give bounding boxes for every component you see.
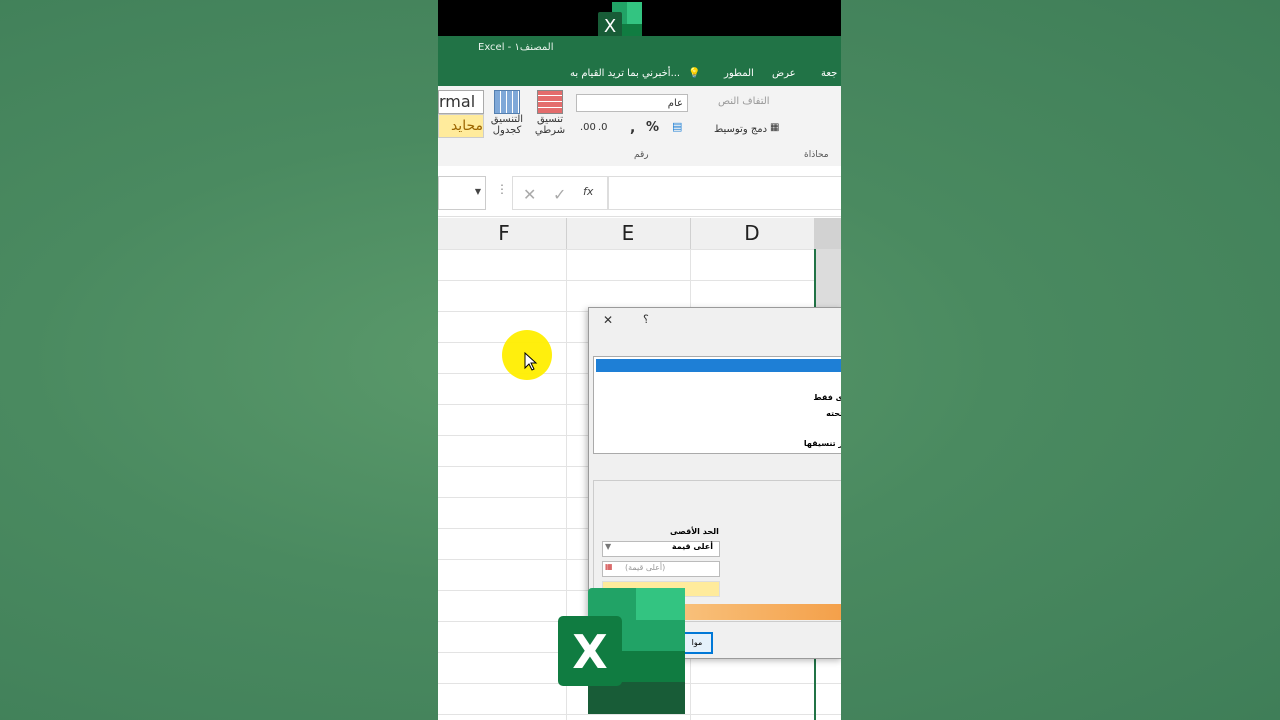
alignment-group-label: محاذاة	[804, 150, 829, 160]
chevron-down-icon: ▼	[474, 187, 481, 196]
top-black-bar: X	[438, 0, 841, 46]
mouse-pointer-icon	[524, 352, 538, 371]
fx-icon[interactable]: fx	[583, 185, 593, 198]
formula-buttons: ✕ ✓ fx	[512, 176, 608, 210]
rule-type-list[interactable]: ى فقط تحته ر تنسيقها	[593, 356, 841, 454]
tab-developer[interactable]: المطور	[724, 68, 754, 79]
cond-format-label1: تنسيق	[536, 114, 564, 125]
max-value-placeholder: (أعلى قيمة)	[625, 563, 666, 572]
column-headers: F E D	[438, 218, 841, 250]
more-dots-icon: ⋮	[496, 182, 508, 196]
format-table-label2: كجدول	[492, 125, 522, 136]
name-box[interactable]: ▼	[438, 176, 486, 210]
cancel-icon[interactable]: ✕	[523, 185, 536, 204]
rule-text-3: ر تنسيقها	[803, 439, 841, 448]
column-header-d[interactable]: D	[690, 218, 815, 249]
lightbulb-icon: 💡	[688, 68, 701, 79]
window-title: Excel - المصنف١	[478, 42, 554, 53]
tab-review[interactable]: جعة	[821, 68, 837, 79]
ribbon-tabs: جعة عرض المطور 💡 أخبرني بما تريد القيام …	[438, 62, 841, 86]
wrap-text-button[interactable]: التفاف النص	[718, 96, 770, 107]
enter-icon[interactable]: ✓	[553, 185, 566, 204]
color-bar-preview	[685, 604, 841, 620]
ribbon: rmal محايد التنسيق كجدول تنسيق شرطي عام …	[438, 86, 841, 167]
column-header-e[interactable]: E	[566, 218, 691, 249]
selected-column-fill	[816, 249, 841, 309]
number-format-value: عام	[667, 98, 683, 109]
svg-text:X: X	[604, 16, 616, 37]
increase-decimal-icon[interactable]: .00	[580, 122, 596, 133]
merge-icon: ▦	[770, 122, 780, 133]
rule-text-1: ى فقط	[813, 393, 841, 402]
close-icon[interactable]: ✕	[603, 313, 613, 327]
merge-center-button[interactable]: دمج وتوسيط	[714, 124, 767, 135]
tell-me-box[interactable]: أخبرني بما تريد القيام به...	[570, 68, 680, 79]
ok-button[interactable]: موا	[681, 632, 713, 654]
selected-rule-item[interactable]	[596, 359, 841, 372]
tab-view[interactable]: عرض	[772, 68, 796, 79]
chevron-down-icon: ▼	[605, 542, 612, 551]
column-header-f[interactable]: F	[442, 218, 567, 249]
currency-icon[interactable]: ▤	[672, 120, 682, 133]
conditional-format-button[interactable]: تنسيق شرطي	[530, 90, 570, 150]
format-as-table-button[interactable]: التنسيق كجدول	[486, 90, 528, 150]
svg-text:X: X	[572, 625, 607, 679]
range-picker-icon[interactable]: ▦	[605, 562, 613, 571]
help-icon[interactable]: ؟	[643, 313, 649, 326]
style-normal[interactable]: rmal	[438, 90, 484, 114]
style-neutral[interactable]: محايد	[438, 114, 484, 138]
ok-label: موا	[691, 638, 703, 647]
number-group-label: رقم	[634, 150, 649, 160]
title-bar: Excel - المصنف١	[438, 36, 841, 62]
formula-input[interactable]	[608, 176, 841, 210]
excel-logo-icon: X	[558, 588, 685, 714]
comma-button[interactable]: ,	[630, 120, 635, 136]
max-label: الحد الأقصى	[670, 527, 719, 536]
max-value-input[interactable]: ▦ (أعلى قيمة)	[602, 561, 720, 577]
rule-text-2: تحته	[826, 409, 841, 418]
conditional-format-icon	[537, 90, 563, 114]
format-table-label1: التنسيق	[490, 114, 524, 125]
max-type-select[interactable]: ▼ أعلى قيمة	[602, 541, 720, 557]
formula-bar: ▼ ⋮ ✕ ✓ fx	[438, 166, 841, 217]
decrease-decimal-icon[interactable]: .0	[598, 122, 608, 133]
table-grid-icon	[494, 90, 520, 114]
column-header-selected[interactable]	[814, 218, 841, 249]
max-type-value: أعلى قيمة	[671, 542, 713, 551]
cond-format-label2: شرطي	[534, 125, 566, 136]
percent-button[interactable]: %	[646, 120, 659, 135]
number-format-select[interactable]: عام	[576, 94, 688, 112]
